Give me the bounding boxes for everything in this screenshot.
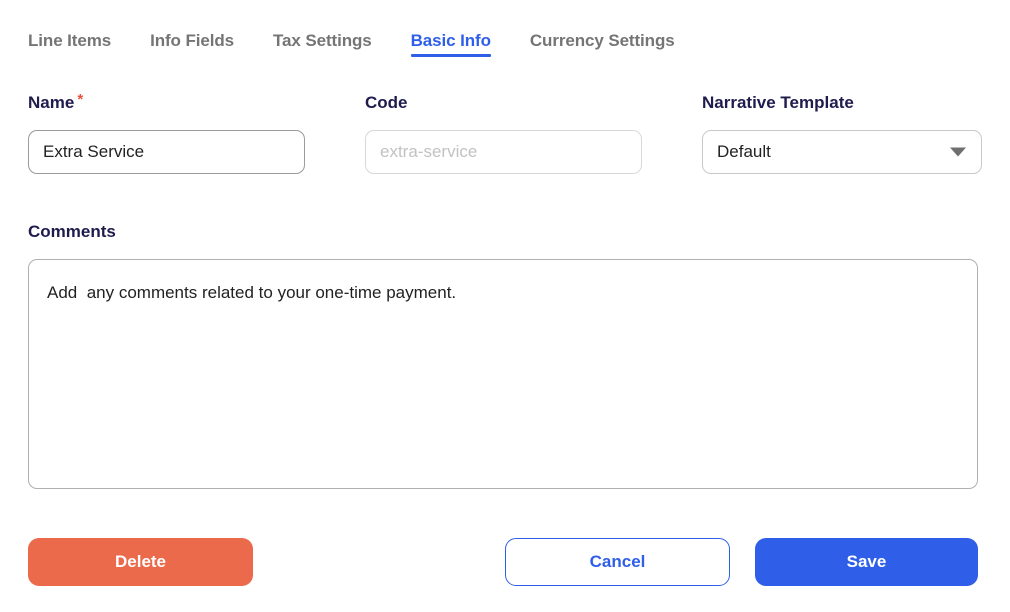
narrative-template-select-wrap: Default xyxy=(702,130,982,174)
delete-button[interactable]: Delete xyxy=(28,538,253,586)
tab-label: Tax Settings xyxy=(273,31,372,50)
narrative-template-selected-value: Default xyxy=(717,142,771,161)
tab-tax-settings[interactable]: Tax Settings xyxy=(273,31,372,63)
form-actions: Delete Cancel Save xyxy=(28,538,978,586)
tab-line-items[interactable]: Line Items xyxy=(28,31,111,63)
cancel-button-label: Cancel xyxy=(589,552,646,571)
comments-field-group: Comments xyxy=(28,222,978,494)
tab-label: Currency Settings xyxy=(529,31,675,50)
tab-label: Line Items xyxy=(28,31,112,50)
save-button[interactable]: Save xyxy=(755,538,978,586)
delete-button-label: Delete xyxy=(114,552,167,571)
code-label: Code xyxy=(365,93,408,112)
tab-label: Basic Info xyxy=(410,31,491,50)
basic-info-form-panel: Line Items Info Fields Tax Settings Basi… xyxy=(0,0,1010,612)
save-button-label: Save xyxy=(846,552,887,571)
code-input[interactable] xyxy=(365,130,642,174)
tab-currency-settings[interactable]: Currency Settings xyxy=(530,31,675,63)
tab-info-fields[interactable]: Info Fields xyxy=(150,31,234,63)
comments-textarea[interactable] xyxy=(28,259,978,489)
cancel-button[interactable]: Cancel xyxy=(505,538,730,586)
comments-label: Comments xyxy=(28,222,116,241)
name-label: Name * xyxy=(28,91,305,113)
tab-label: Info Fields xyxy=(150,31,234,50)
tab-bar: Line Items Info Fields Tax Settings Basi… xyxy=(0,0,1010,63)
narrative-template-select[interactable]: Default xyxy=(702,130,982,174)
fields-row: Name* Code Narrative Template Default xyxy=(28,91,982,174)
active-tab-indicator xyxy=(410,54,491,57)
narrative-template-field-group: Narrative Template Default xyxy=(702,93,982,174)
name-input[interactable] xyxy=(28,130,305,174)
code-field-group: Code xyxy=(365,93,642,174)
name-field-group: Name * xyxy=(28,91,305,174)
tab-basic-info[interactable]: Basic Info xyxy=(410,31,491,63)
required-asterisk: * xyxy=(77,91,84,108)
name-label-text: Name xyxy=(28,93,75,112)
narrative-template-label: Narrative Template xyxy=(702,93,854,112)
